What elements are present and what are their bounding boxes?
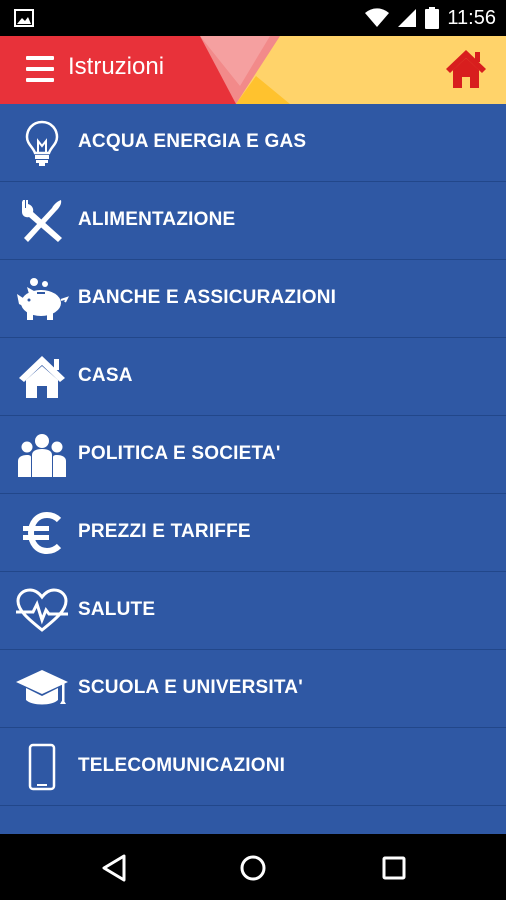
- category-item[interactable]: CASA: [0, 338, 506, 416]
- category-label: CASA: [78, 365, 133, 386]
- category-label: SALUTE: [78, 599, 156, 620]
- page-title: Istruzioni: [68, 53, 165, 80]
- category-label: POLITICA E SOCIETA': [78, 443, 281, 464]
- navigation-bar: [0, 834, 506, 900]
- category-item[interactable]: SALUTE: [0, 572, 506, 650]
- status-bar: 11:56: [0, 0, 506, 36]
- people-icon: [14, 429, 70, 481]
- graduation-cap-icon: [14, 663, 70, 715]
- category-label: SCUOLA E UNIVERSITA': [78, 677, 303, 698]
- euro-icon: [14, 507, 70, 559]
- category-item[interactable]: BANCHE E ASSICURAZIONI: [0, 260, 506, 338]
- category-label: ALIMENTAZIONE: [78, 209, 236, 230]
- category-label: ACQUA ENERGIA E GAS: [78, 131, 307, 152]
- smartphone-icon: [14, 741, 70, 793]
- category-item[interactable]: POLITICA E SOCIETA': [0, 416, 506, 494]
- recents-icon[interactable]: [374, 848, 414, 888]
- battery-icon: [425, 7, 440, 29]
- back-icon[interactable]: [94, 848, 134, 888]
- category-item[interactable]: PREZZI E TARIFFE: [0, 494, 506, 572]
- image-icon: [14, 9, 34, 27]
- clock: 11:56: [447, 6, 496, 29]
- category-item[interactable]: TELECOMUNICAZIONI: [0, 728, 506, 806]
- signal-icon: [398, 9, 417, 27]
- home-circle-icon[interactable]: [233, 848, 273, 888]
- wifi-icon: [365, 8, 390, 27]
- category-item-partial[interactable]: [0, 806, 506, 834]
- app-bar: Istruzioni: [0, 36, 506, 104]
- menu-button[interactable]: [26, 56, 56, 82]
- category-label: PREZZI E TARIFFE: [78, 521, 251, 542]
- category-item[interactable]: SCUOLA E UNIVERSITA': [0, 650, 506, 728]
- category-label: TELECOMUNICAZIONI: [78, 755, 286, 776]
- category-list: ACQUA ENERGIA E GAS ALIMENTAZIONE BANCHE…: [0, 104, 506, 834]
- fork-knife-icon: [14, 195, 70, 247]
- category-item[interactable]: ALIMENTAZIONE: [0, 182, 506, 260]
- category-item[interactable]: ACQUA ENERGIA E GAS: [0, 104, 506, 182]
- home-icon[interactable]: [444, 48, 488, 90]
- heart-pulse-icon: [14, 585, 70, 637]
- house-icon: [14, 351, 70, 403]
- category-label: BANCHE E ASSICURAZIONI: [78, 287, 337, 308]
- lightbulb-icon: [14, 117, 70, 169]
- piggy-bank-icon: [14, 273, 70, 325]
